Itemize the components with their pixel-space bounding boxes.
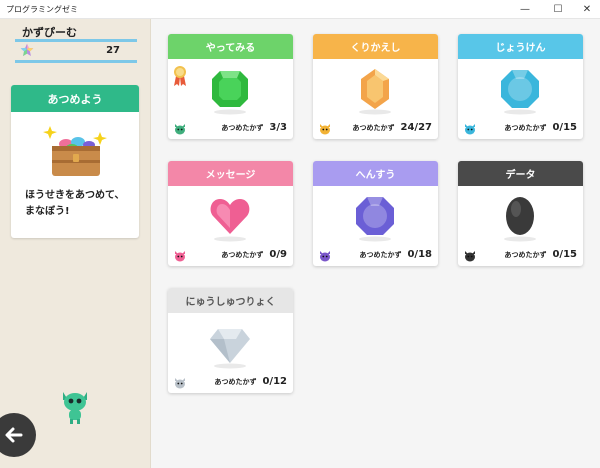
collected-count-label: あつめたかず — [359, 251, 402, 259]
collected-count-value: 0/18 — [407, 249, 432, 260]
category-card-title: じょうけん — [458, 34, 583, 59]
collected-count-value: 0/9 — [269, 249, 287, 260]
category-card-title: データ — [458, 161, 583, 186]
divider — [15, 39, 137, 42]
collected-count-label: あつめたかず — [504, 124, 547, 132]
category-card[interactable]: へんすう あつめたかず 0/18 — [313, 161, 438, 266]
score-row: 27 — [20, 43, 120, 59]
character-icon — [175, 124, 185, 135]
gem-icon — [210, 329, 250, 369]
medal-icon — [174, 66, 186, 86]
collected-count: あつめたかず 3/3 — [221, 122, 287, 133]
category-card-title: やってみる — [168, 34, 293, 59]
category-card-title: メッセージ — [168, 161, 293, 186]
gem-icon — [359, 69, 391, 115]
collected-count: あつめたかず 24/27 — [353, 122, 432, 133]
collected-count-value: 3/3 — [269, 122, 287, 133]
character-icon — [465, 251, 475, 262]
treasure-chest-icon — [43, 126, 107, 176]
maximize-button[interactable]: ☐ — [543, 0, 573, 19]
collected-count-label: あつめたかず — [214, 378, 257, 386]
category-card[interactable]: にゅうしゅつりょく あつめたかず 0/12 — [168, 288, 293, 393]
gem-icon — [210, 199, 250, 242]
divider — [15, 60, 137, 63]
character-icon — [465, 124, 475, 135]
username: かずぴーむ — [22, 26, 77, 39]
collected-count-label: あつめたかず — [352, 124, 395, 132]
category-card[interactable]: メッセージ あつめたかず 0/9 — [168, 161, 293, 266]
collect-card: あつめよう ほうせきをあつめて、 まなぼう! — [11, 85, 139, 238]
gem-icon — [356, 197, 394, 242]
collected-count: あつめたかず 0/15 — [504, 249, 577, 260]
collect-card-text: ほうせきをあつめて、 まなぼう! — [25, 190, 125, 217]
title-bar: プログラミングゼミ — ☐ ✕ — [0, 0, 600, 19]
gem-icon — [504, 197, 536, 242]
collected-count-label: あつめたかず — [221, 124, 264, 132]
collected-count: あつめたかず 0/18 — [359, 249, 432, 260]
collect-card-title: あつめよう — [11, 85, 139, 112]
collected-count: あつめたかず 0/9 — [221, 249, 287, 260]
collected-count-label: あつめたかず — [221, 251, 264, 259]
category-card-title: にゅうしゅつりょく — [168, 288, 293, 313]
score-value: 27 — [106, 45, 120, 56]
category-card[interactable]: やってみる あつめたかず 3/3 — [168, 34, 293, 139]
character-icon — [175, 251, 185, 262]
gem-icon — [212, 71, 248, 115]
collected-count-value: 0/15 — [552, 249, 577, 260]
character-icon — [320, 124, 330, 135]
close-button[interactable]: ✕ — [572, 0, 600, 19]
window-title: プログラミングゼミ — [6, 5, 78, 14]
category-card-title: へんすう — [313, 161, 438, 186]
character-icon — [175, 378, 185, 389]
collected-count-label: あつめたかず — [504, 251, 547, 259]
sidebar: かずぴーむ 27 あつめよう ほうせきをあつめて、 まなぼう! — [0, 19, 151, 468]
category-card[interactable]: データ あつめたかず 0/15 — [458, 161, 583, 266]
collected-count: あつめたかず 0/12 — [214, 376, 287, 387]
category-card[interactable]: じょうけん あつめたかず 0/15 — [458, 34, 583, 139]
collected-count-value: 0/15 — [552, 122, 577, 133]
collected-count-value: 24/27 — [400, 122, 432, 133]
mascot-character-icon — [63, 392, 87, 424]
arrow-left-icon — [5, 427, 23, 443]
collected-count-value: 0/12 — [262, 376, 287, 387]
character-icon — [320, 251, 330, 262]
category-card[interactable]: くりかえし あつめたかず 24/27 — [313, 34, 438, 139]
gem-icon — [501, 70, 539, 115]
star-icon — [20, 43, 34, 57]
category-card-title: くりかえし — [313, 34, 438, 59]
minimize-button[interactable]: — — [510, 0, 540, 19]
collected-count: あつめたかず 0/15 — [504, 122, 577, 133]
